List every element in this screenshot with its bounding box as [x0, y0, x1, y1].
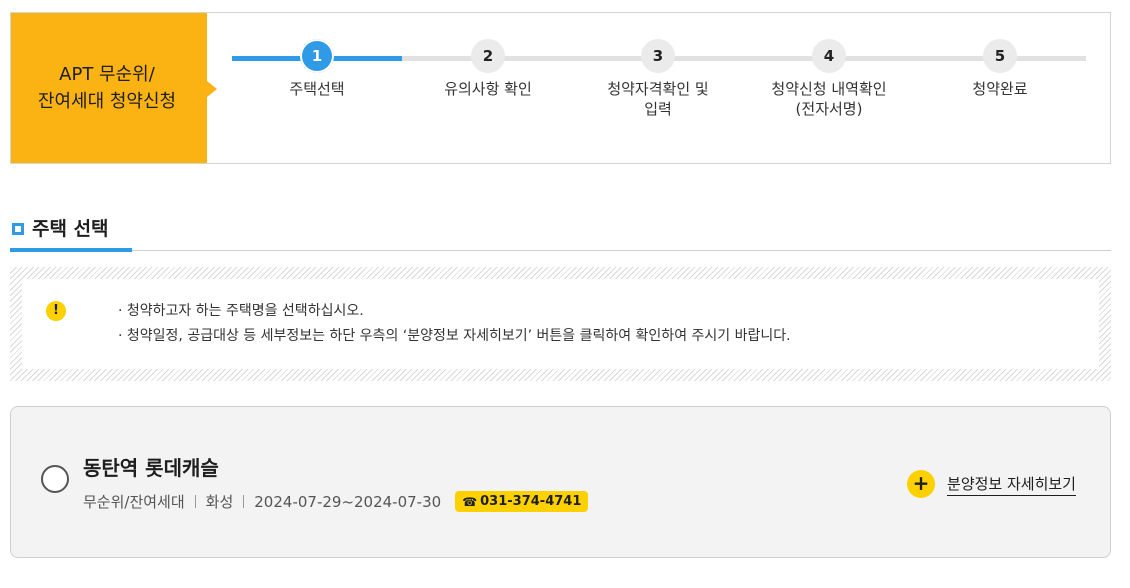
square-bullet-icon — [12, 223, 24, 235]
step-number: 3 — [641, 39, 675, 73]
house-name: 동탄역 롯데캐슬 — [83, 456, 219, 480]
step-number: 4 — [812, 39, 846, 73]
meta-divider — [194, 495, 196, 508]
notice-list: · 청약하고자 하는 주택명을 선택하십시오. · 청약일정, 공급대상 등 세… — [118, 299, 791, 349]
step-label: 청약신청 내역확인 (전자서명) — [771, 80, 887, 118]
exclamation-icon: ! — [46, 301, 66, 321]
section-title: 주택 선택 — [32, 218, 109, 240]
step-3: 3 청약자격확인 및 입력 — [578, 39, 738, 119]
step-number: 5 — [983, 39, 1017, 73]
detail-info-button[interactable]: + 분양정보 자세히보기 — [907, 470, 1076, 498]
region: 화성 — [205, 493, 234, 511]
house-meta: 무순위/잔여세대 화성 2024-07-29~2024-07-30 ☎ 031-… — [83, 491, 589, 512]
step-1: 1 주택선택 — [237, 39, 397, 99]
step-4: 4 청약신청 내역확인 (전자서명) — [749, 39, 909, 119]
section-divider — [10, 250, 1111, 251]
step-label: 청약완료 — [972, 80, 1028, 98]
meta-divider — [243, 495, 245, 508]
notice-box: ! · 청약하고자 하는 주택명을 선택하십시오. · 청약일정, 공급대상 등… — [10, 267, 1111, 381]
step-2: 2 유의사항 확인 — [408, 39, 568, 99]
section-underline — [10, 248, 132, 252]
notice-item: · 청약일정, 공급대상 등 세부정보는 하단 우측의 ‘분양정보 자세히보기’… — [118, 328, 791, 344]
progress-stepper: APT 무순위/ 잔여세대 청약신청 1 주택선택 2 유의사항 확인 3 청약… — [10, 12, 1111, 164]
step-number: 1 — [300, 39, 334, 73]
step-label: 유의사항 확인 — [444, 80, 532, 98]
notice-item: · 청약하고자 하는 주택명을 선택하십시오. — [118, 303, 364, 319]
house-select-radio[interactable] — [41, 465, 69, 493]
step-label: 주택선택 — [289, 80, 345, 98]
house-card: 동탄역 롯데캐슬 무순위/잔여세대 화성 2024-07-29~2024-07-… — [10, 406, 1111, 558]
phone-number: 031-374-4741 — [480, 494, 582, 509]
step-label: 청약자격확인 및 입력 — [607, 80, 709, 118]
phone-badge: ☎ 031-374-4741 — [455, 491, 589, 512]
notice-content: ! · 청약하고자 하는 주택명을 선택하십시오. · 청약일정, 공급대상 등… — [22, 279, 1099, 369]
plus-icon: + — [907, 470, 936, 498]
step-number: 2 — [471, 39, 505, 73]
phone-icon: ☎ — [462, 494, 478, 509]
supply-type: 무순위/잔여세대 — [83, 493, 185, 511]
application-period: 2024-07-29~2024-07-30 — [254, 492, 442, 511]
detail-info-label: 분양정보 자세히보기 — [947, 473, 1076, 496]
step-5: 5 청약완료 — [920, 39, 1080, 99]
application-title: APT 무순위/ 잔여세대 청약신청 — [11, 13, 217, 163]
